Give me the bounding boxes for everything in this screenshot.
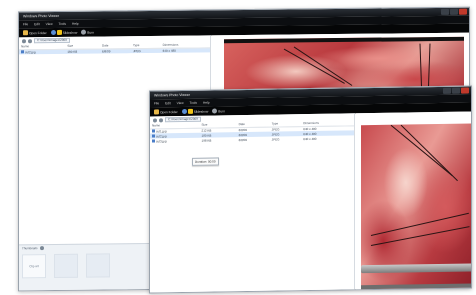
disc-icon (212, 108, 218, 114)
folder-icon (23, 30, 28, 36)
front-path-field[interactable]: C:\Users\Images\2009 (165, 116, 201, 123)
back-path-field[interactable]: C:\Users\Images\2009 (34, 37, 70, 44)
chevron-down-icon[interactable] (39, 246, 44, 251)
file-name: cut3.jpg (156, 138, 167, 143)
file-dimensions: 640 x 480 (160, 47, 210, 53)
burn-label: Burn (218, 108, 225, 113)
image-bottom-bar (361, 283, 472, 292)
forward-arrow-icon[interactable] (28, 38, 32, 43)
file-date: 6/8/09 (100, 48, 131, 54)
front-preview-pane (356, 111, 472, 292)
open-folder-button[interactable]: Open Folder (154, 109, 178, 115)
menu-tools[interactable]: Tools (59, 22, 66, 26)
menu-edit[interactable]: Edit (34, 22, 40, 26)
suture-line (293, 46, 353, 86)
back-file-table: Name Size Date Type Dimensions cut2.jpg … (19, 42, 210, 55)
thumbnail-row: Clip art (19, 250, 159, 281)
back-arrow-icon[interactable] (22, 38, 26, 43)
star-icon (187, 108, 193, 114)
suture-line (400, 124, 458, 182)
front-file-table: Name Size Date Type Dimensions cut1.jpg … (150, 120, 354, 143)
star-icon (56, 29, 62, 35)
slideshow-label: Slideshow (62, 30, 78, 35)
maximize-button[interactable] (450, 8, 458, 15)
menu-view[interactable]: View (46, 22, 53, 26)
image-top-bar (224, 36, 464, 44)
open-folder-button[interactable]: Open Folder (23, 30, 47, 36)
menu-file[interactable]: File (23, 22, 28, 26)
slideshow-button[interactable]: Slideshow (181, 108, 209, 115)
thumbnail-item[interactable]: Clip art (22, 254, 46, 279)
suture-line (283, 48, 345, 84)
burn-button[interactable]: Burn (212, 108, 225, 114)
close-button[interactable] (459, 8, 467, 15)
menu-tools[interactable]: Tools (190, 101, 197, 105)
menu-help[interactable]: Help (203, 101, 210, 105)
file-date: 6/8/09 (238, 137, 247, 142)
file-dimensions: 640 x 480 (303, 136, 317, 141)
image-file-icon (152, 129, 155, 133)
open-folder-label: Open Folder (29, 30, 47, 35)
close-button[interactable] (461, 87, 469, 94)
surgical-instrument (361, 263, 472, 274)
image-file-icon (152, 139, 155, 143)
menu-edit[interactable]: Edit (165, 101, 171, 105)
folder-icon (154, 109, 159, 115)
play-icon (181, 108, 187, 115)
suture-line (370, 212, 469, 237)
thumbnail-item[interactable] (54, 253, 78, 278)
image-file-icon (21, 50, 24, 54)
thumbnail-item[interactable] (86, 253, 110, 278)
suture-line (370, 226, 470, 247)
open-folder-label: Open Folder (160, 109, 178, 114)
file-size: 198 KB (201, 138, 212, 143)
menu-file[interactable]: File (154, 101, 159, 105)
thumbnail-label: Clip art (29, 264, 39, 269)
front-window: Windows Photo Viewer File Edit View Tool… (149, 85, 472, 294)
file-type: JPEG (271, 136, 280, 142)
front-file-pane: C:\Users\Images\2009 Name Size Date Type… (150, 113, 355, 294)
file-name: cut1.jpg (156, 129, 167, 134)
back-window-title: Windows Photo Viewer (23, 13, 59, 19)
minimize-button[interactable] (443, 87, 451, 94)
table-row[interactable]: cut2.jpg 180 KB 6/8/09 JPEG 640 x 480 (19, 47, 210, 55)
play-icon (50, 29, 56, 36)
minimize-button[interactable] (441, 8, 449, 15)
thumbnail-panel-title: Thumbnails (22, 246, 38, 251)
file-name: cut2.jpg (156, 133, 167, 138)
slideshow-button[interactable]: Slideshow (50, 29, 78, 36)
forward-arrow-icon[interactable] (159, 117, 163, 122)
front-window-title: Windows Photo Viewer (154, 92, 190, 98)
menu-help[interactable]: Help (72, 22, 79, 26)
file-size: 180 KB (65, 48, 101, 54)
menu-view[interactable]: View (177, 101, 184, 105)
file-type: JPEG (130, 47, 161, 54)
surgical-image (361, 123, 472, 292)
file-name: cut2.jpg (25, 49, 36, 55)
disc-icon (81, 29, 87, 35)
burn-button[interactable]: Burn (81, 29, 94, 35)
back-arrow-icon[interactable] (153, 117, 157, 122)
slideshow-label: Slideshow (193, 109, 209, 114)
burn-label: Burn (87, 30, 94, 35)
tooltip: Duration: 00:00 (192, 157, 219, 166)
image-file-icon (152, 134, 155, 138)
maximize-button[interactable] (452, 87, 460, 94)
thumbnail-panel: Thumbnails Clip art (19, 242, 159, 292)
